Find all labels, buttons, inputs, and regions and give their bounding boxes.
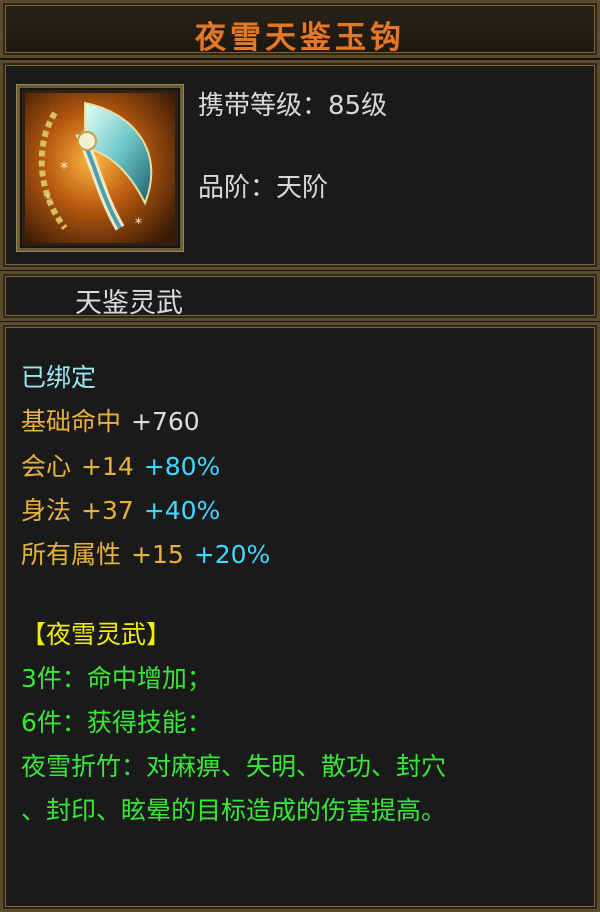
stat-label: 身法 bbox=[21, 496, 72, 525]
svg-text:*: * bbox=[135, 216, 142, 232]
stat-label: 所有属性 bbox=[21, 540, 122, 569]
svg-text:*: * bbox=[45, 192, 51, 206]
jade-hook-weapon-icon: * * * bbox=[25, 93, 175, 243]
stat-row: 身法 +37 +40% bbox=[21, 491, 220, 527]
stat-row-base-hit: 基础命中 +760 bbox=[21, 402, 200, 438]
item-title-bar: 夜雪天鉴玉钩 bbox=[0, 0, 600, 58]
bound-status: 已绑定 bbox=[21, 363, 97, 392]
stat-value: +37 bbox=[81, 496, 134, 525]
item-info-panel: * * * 携带等级：85级 品阶：天阶 bbox=[0, 60, 600, 270]
item-name: 夜雪天鉴玉钩 bbox=[195, 20, 405, 56]
item-category: 天鉴灵武 bbox=[75, 288, 183, 319]
stat-row: 所有属性 +15 +20% bbox=[21, 535, 270, 571]
item-grade: 品阶：天阶 bbox=[198, 173, 329, 203]
item-icon-frame: * * * bbox=[17, 85, 183, 251]
stat-label: 会心 bbox=[21, 452, 72, 481]
set-tier-6: 6件：获得技能： bbox=[21, 708, 212, 737]
item-category-bar: 天鉴灵武 bbox=[0, 271, 600, 321]
stat-bonus: +20% bbox=[193, 540, 271, 569]
stat-bonus: +80% bbox=[143, 452, 221, 481]
stat-bonus: +40% bbox=[143, 496, 221, 525]
stat-value: +760 bbox=[131, 407, 200, 436]
set-name: 【夜雪灵武】 bbox=[21, 620, 172, 649]
carry-level: 携带等级：85级 bbox=[198, 91, 388, 121]
set-tier-3: 3件：命中增加； bbox=[21, 664, 212, 693]
set-skill-desc-line2: 、封印、眩晕的目标造成的伤害提高。 bbox=[21, 796, 447, 825]
stat-value: +14 bbox=[81, 452, 134, 481]
set-skill-desc-line1: 夜雪折竹：对麻痹、失明、散功、封穴 bbox=[21, 752, 447, 781]
stat-value: +15 bbox=[131, 540, 184, 569]
stat-row: 会心 +14 +80% bbox=[21, 447, 220, 483]
stat-label: 基础命中 bbox=[21, 407, 122, 436]
item-stats-panel: 已绑定 基础命中 +760 会心 +14 +80% 身法 +37 +40% 所有属性 +15… bbox=[0, 322, 600, 912]
svg-text:*: * bbox=[60, 158, 68, 177]
